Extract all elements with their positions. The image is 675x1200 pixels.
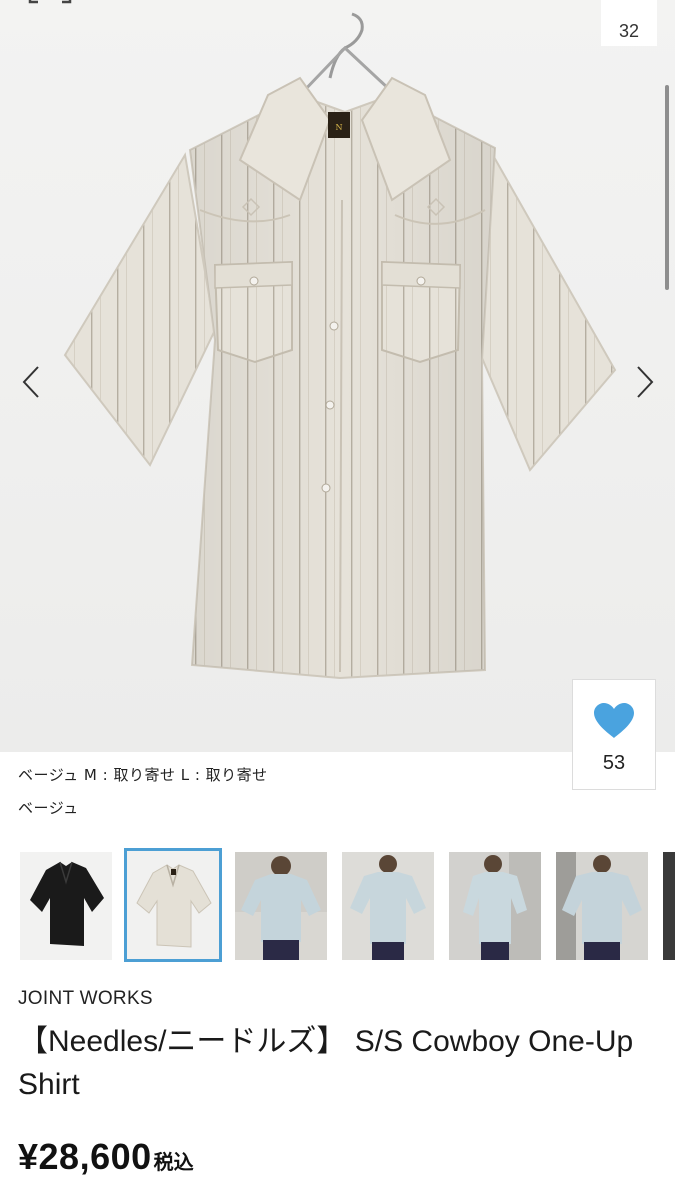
product-page: N 32 53 ベージュ M: 取り寄せ L: 取り寄せ ベージュ JOIN… bbox=[0, 0, 675, 1200]
stock-status: ベージュ M : 取り寄せ L : 取り寄せ bbox=[18, 766, 268, 784]
thumbnail-black-shirt[interactable] bbox=[20, 852, 112, 960]
image-counter: 32 bbox=[601, 0, 657, 46]
selected-color: ベージュ bbox=[18, 799, 79, 817]
svg-text:N: N bbox=[336, 123, 343, 132]
shirt-photo: N bbox=[63, 12, 617, 680]
price: ¥28,600 税込 bbox=[18, 1136, 194, 1178]
thumbnail-model-side[interactable] bbox=[449, 852, 541, 960]
product-title: 【Needles/ニードルズ】 S/S Cowboy One-Up Shirt bbox=[18, 1025, 634, 1101]
thumbnail-model-front-2[interactable] bbox=[342, 852, 434, 960]
prev-image-button[interactable] bbox=[16, 362, 46, 402]
next-image-button[interactable] bbox=[630, 362, 660, 402]
thumbnail-beige-shirt[interactable] bbox=[124, 848, 222, 962]
thumbnail-next-partial[interactable] bbox=[663, 852, 675, 960]
expand-icon[interactable] bbox=[28, 0, 72, 8]
brand-name[interactable]: JOINT WORKS bbox=[18, 988, 153, 1010]
thumbnail-model-front-3[interactable] bbox=[556, 852, 648, 960]
price-amount: ¥28,600 bbox=[18, 1136, 152, 1177]
chevron-left-icon bbox=[22, 366, 39, 398]
thumbnail-strip bbox=[0, 848, 675, 962]
favorite-button[interactable]: 53 bbox=[572, 679, 656, 790]
tax-label: 税込 bbox=[153, 1152, 194, 1174]
image-counter-label: 32 bbox=[618, 21, 640, 41]
chevron-right-icon bbox=[637, 366, 654, 398]
scrollbar[interactable] bbox=[665, 85, 669, 290]
thumbnail-model-front-1[interactable] bbox=[235, 852, 327, 960]
favorite-count: 53 bbox=[602, 752, 626, 774]
heart-icon bbox=[594, 703, 634, 738]
product-main-image[interactable]: N 32 bbox=[0, 0, 675, 752]
